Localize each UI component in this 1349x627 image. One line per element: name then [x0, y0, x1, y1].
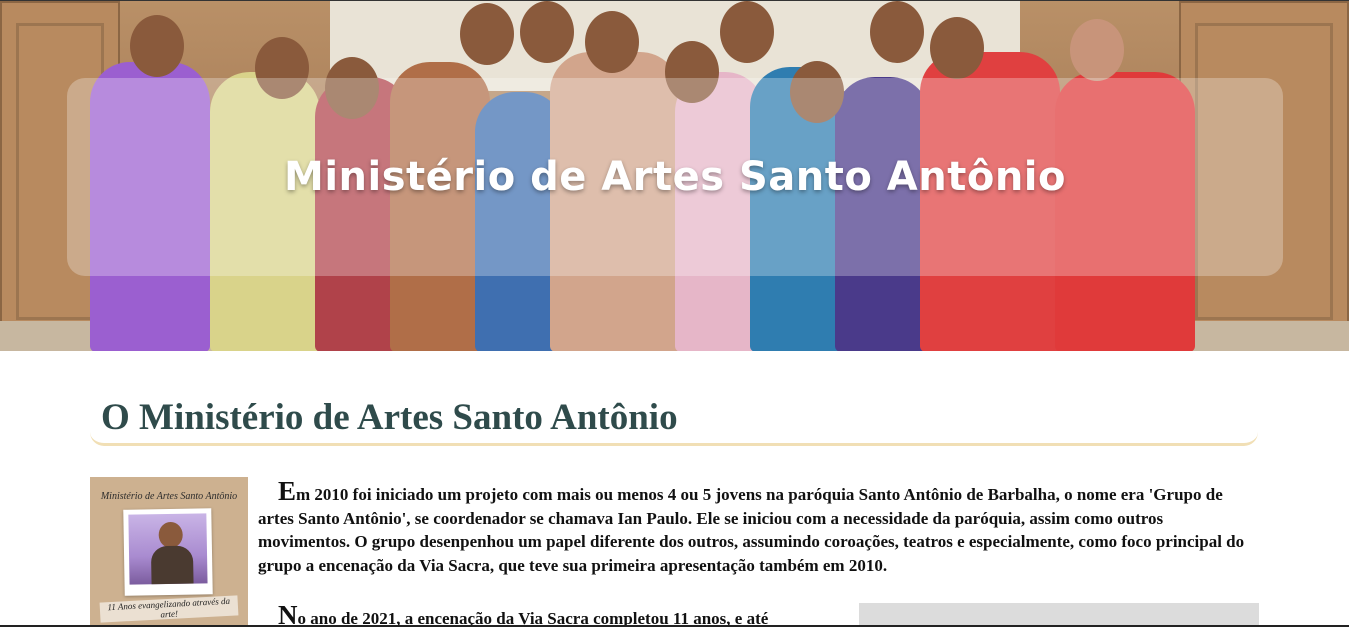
saint-anthony-image — [128, 513, 208, 585]
person-head — [460, 3, 514, 65]
paragraph-dropcap: E — [278, 476, 297, 506]
hero-title: Ministério de Artes Santo Antônio — [284, 154, 1066, 200]
person-head — [130, 15, 184, 77]
hero-banner: Ministério de Artes Santo Antônio — [67, 78, 1283, 276]
ministry-thumbnail: Ministério de Artes Santo Antônio 11 Ano… — [90, 477, 248, 627]
thumbnail-title: Ministério de Artes Santo Antônio — [100, 491, 238, 502]
thumbnail-polaroid — [123, 508, 213, 596]
media-placeholder — [859, 603, 1259, 627]
article-paragraph-1: Em 2010 foi iniciado um projeto com mais… — [258, 478, 1254, 577]
person-head — [930, 17, 984, 79]
hero-header: Ministério de Artes Santo Antônio — [0, 0, 1349, 351]
person-head — [1070, 19, 1124, 81]
person-head — [720, 1, 774, 63]
paragraph-dropcap: N — [278, 604, 298, 627]
thumbnail-caption: 11 Anos evangelizando através da arte! — [99, 595, 239, 623]
article-paragraph-2: No ano de 2021, a encenação da Via Sacra… — [258, 604, 853, 627]
person-head — [585, 11, 639, 73]
paragraph-text: m 2010 foi iniciado um projeto com mais … — [258, 485, 1245, 575]
person-head — [870, 1, 924, 63]
person-head — [520, 1, 574, 63]
section-title-underline — [90, 432, 1258, 446]
